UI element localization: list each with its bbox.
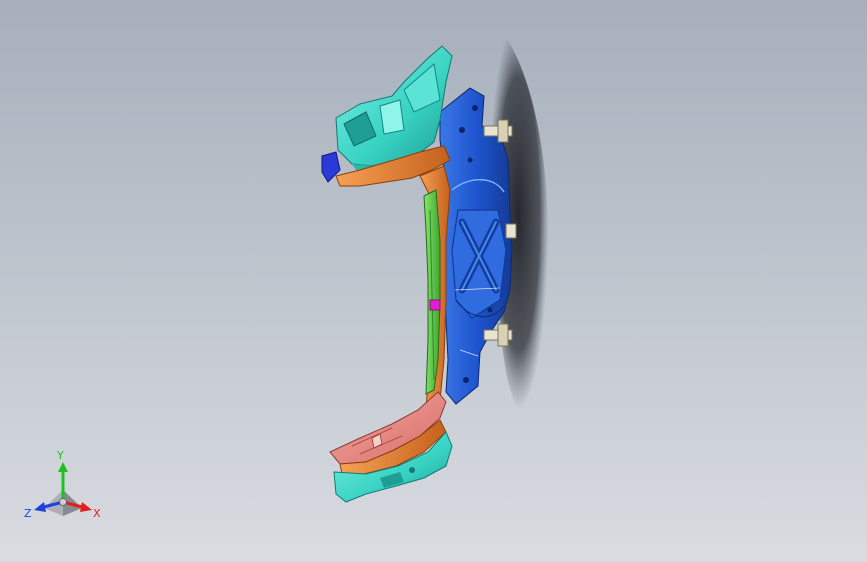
coordinate-triad: Y X Z	[24, 449, 101, 520]
y-axis-label: Y	[56, 449, 64, 462]
3d-model-view[interactable]	[0, 0, 867, 562]
graphics-viewport[interactable]: Y X Z	[0, 0, 867, 562]
x-axis-label: X	[93, 507, 101, 520]
mid-clip[interactable]	[505, 223, 517, 239]
z-axis-label: Z	[24, 507, 32, 520]
magenta-clip[interactable]	[429, 299, 441, 311]
green-reinforcement[interactable]	[423, 189, 441, 395]
